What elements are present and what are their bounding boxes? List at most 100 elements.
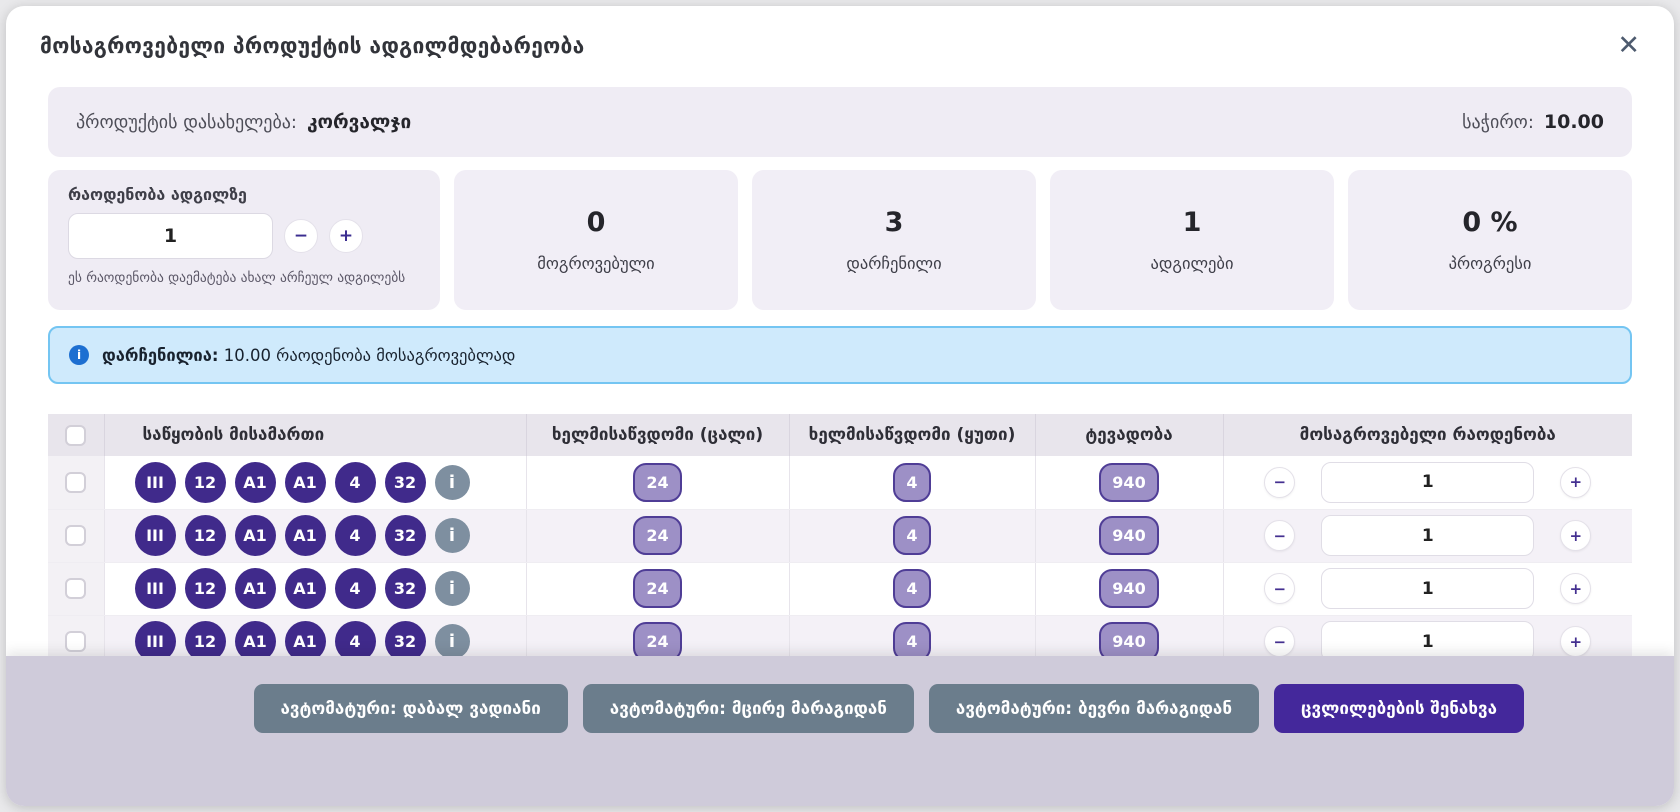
quantity-minus-button[interactable]: − (284, 219, 318, 253)
address-badge: 4 (335, 568, 376, 609)
header-available-box: ხელმისაწვდომი (ყუთი) (789, 414, 1035, 456)
available-unit-cell: 24 (526, 456, 789, 509)
address-badge: 4 (335, 515, 376, 556)
row-quantity-minus-button[interactable]: − (1264, 467, 1295, 498)
info-icon: i (69, 345, 89, 365)
alert-text: დარჩენილია: 10.00 რაოდენობა მოსაგროვებლა… (102, 346, 515, 365)
auto-fill-button-2[interactable]: ავტომატური: მცირე მარაგიდან (583, 684, 914, 733)
stat-value: 1 (1183, 207, 1202, 238)
required-label: საჭირო: (1462, 112, 1534, 133)
address-badge: 12 (185, 515, 226, 556)
row-info-icon[interactable]: i (435, 465, 470, 500)
address-badge: III (135, 462, 176, 503)
row-quantity-plus-button[interactable]: + (1560, 573, 1591, 604)
table-header: საწყობის მისამართი ხელმისაწვდომი (ცალი) … (48, 414, 1632, 456)
product-summary-box: პროდუქტის დასახელება: კორვალჯი საჭირო: 1… (48, 87, 1632, 157)
auto-fill-button-1[interactable]: ავტომატური: დაბალ ვადიანი (254, 684, 568, 733)
available-box-cell: 4 (789, 456, 1035, 509)
available-box-badge: 4 (893, 463, 930, 502)
row-quantity-minus-button[interactable]: − (1264, 626, 1295, 657)
row-info-icon[interactable]: i (435, 518, 470, 553)
quantity-hint: ეს რაოდენობა დაემატება ახალ არჩეულ ადგილ… (68, 268, 413, 289)
header-available-unit: ხელმისაწვდომი (ცალი) (526, 414, 789, 456)
stat-label: მოგროვებული (537, 254, 654, 273)
available-unit-badge: 24 (633, 516, 681, 555)
address-badge: A1 (285, 515, 326, 556)
capacity-cell: 940 (1035, 456, 1223, 509)
remaining-info-alert: i დარჩენილია: 10.00 რაოდენობა მოსაგროვებ… (48, 326, 1632, 384)
quantity-label: რაოდენობა ადგილზე (68, 185, 420, 204)
product-name-group: პროდუქტის დასახელება: კორვალჯი (76, 111, 411, 133)
required-value: 10.00 (1544, 111, 1604, 133)
row-checkbox[interactable] (65, 525, 86, 546)
stat-label: დარჩენილი (846, 254, 941, 273)
stats-row: რაოდენობა ადგილზე − + ეს რაოდენობა დაემა… (48, 170, 1632, 310)
stat-value: 0 % (1462, 207, 1517, 238)
modal-title: მოსაგროვებელი პროდუქტის ადგილმდებარეობა (40, 34, 585, 58)
row-quantity-input[interactable] (1321, 568, 1534, 609)
row-quantity-input[interactable] (1321, 515, 1534, 556)
row-checkbox[interactable] (65, 631, 86, 652)
header-quantity: მოსაგროვებელი რაოდენობა (1223, 414, 1632, 456)
stat-card-progress: 0 % პროგრესი (1348, 170, 1632, 310)
row-quantity-input[interactable] (1321, 462, 1534, 503)
address-badge: A1 (285, 568, 326, 609)
row-quantity-plus-button[interactable]: + (1560, 626, 1591, 657)
modal-footer: ავტომატური: დაბალ ვადიანი ავტომატური: მცი… (6, 656, 1674, 806)
select-all-cell (48, 414, 104, 456)
stat-card-collected: 0 მოგროვებული (454, 170, 738, 310)
pickup-location-modal: მოსაგროვებელი პროდუქტის ადგილმდებარეობა … (6, 6, 1674, 806)
modal-content: პროდუქტის დასახელება: კორვალჯი საჭირო: 1… (6, 87, 1674, 669)
row-checkbox[interactable] (65, 578, 86, 599)
row-select-cell (48, 562, 104, 615)
auto-fill-button-3[interactable]: ავტომატური: ბევრი მარაგიდან (929, 684, 1259, 733)
header-address: საწყობის მისამართი (104, 414, 526, 456)
close-icon[interactable]: ✕ (1617, 32, 1640, 59)
product-name-label: პროდუქტის დასახელება: (76, 112, 297, 133)
table-row: III12A1A1432 i 24 4 940 − + (48, 509, 1632, 562)
address-badge: 32 (385, 462, 426, 503)
row-quantity-minus-button[interactable]: − (1264, 573, 1295, 604)
address-badge: A1 (235, 568, 276, 609)
address-badge: 32 (385, 568, 426, 609)
address-badge: III (135, 568, 176, 609)
select-all-checkbox[interactable] (65, 425, 86, 446)
available-unit-cell: 24 (526, 509, 789, 562)
address-cell: III12A1A1432 i (104, 509, 526, 562)
row-quantity-minus-button[interactable]: − (1264, 520, 1295, 551)
row-select-cell (48, 456, 104, 509)
row-quantity-cell: − + (1223, 509, 1632, 562)
capacity-cell: 940 (1035, 509, 1223, 562)
row-quantity-plus-button[interactable]: + (1560, 467, 1591, 498)
capacity-badge: 940 (1099, 569, 1158, 608)
row-quantity-cell: − + (1223, 456, 1632, 509)
address-badge: 12 (185, 462, 226, 503)
available-box-cell: 4 (789, 562, 1035, 615)
capacity-badge: 940 (1099, 463, 1158, 502)
row-info-icon[interactable]: i (435, 571, 470, 606)
row-checkbox[interactable] (65, 472, 86, 493)
save-changes-button[interactable]: ცვლილებების შენახვა (1274, 684, 1524, 733)
address-badge: A1 (285, 462, 326, 503)
address-cell: III12A1A1432 i (104, 456, 526, 509)
header-capacity: ტევადობა (1035, 414, 1223, 456)
quantity-plus-button[interactable]: + (329, 219, 363, 253)
locations-table: საწყობის მისამართი ხელმისაწვდომი (ცალი) … (48, 414, 1632, 669)
quantity-input[interactable] (68, 213, 273, 259)
alert-bold-text: დარჩენილია: (102, 346, 218, 365)
row-quantity-cell: − + (1223, 562, 1632, 615)
table-body: III12A1A1432 i 24 4 940 − + III12A1A143 (48, 456, 1632, 668)
available-box-cell: 4 (789, 509, 1035, 562)
stat-card-remaining: 3 დარჩენილი (752, 170, 1036, 310)
stat-card-locations: 1 ადგილები (1050, 170, 1334, 310)
table-row: III12A1A1432 i 24 4 940 − + (48, 562, 1632, 615)
quantity-panel: რაოდენობა ადგილზე − + ეს რაოდენობა დაემა… (48, 170, 440, 310)
available-unit-badge: 24 (633, 463, 681, 502)
alert-regular-text: 10.00 რაოდენობა მოსაგროვებლად (224, 346, 516, 365)
address-badge: 32 (385, 515, 426, 556)
row-quantity-plus-button[interactable]: + (1560, 520, 1591, 551)
row-select-cell (48, 509, 104, 562)
row-info-icon[interactable]: i (435, 624, 470, 659)
table-row: III12A1A1432 i 24 4 940 − + (48, 456, 1632, 509)
available-unit-cell: 24 (526, 562, 789, 615)
